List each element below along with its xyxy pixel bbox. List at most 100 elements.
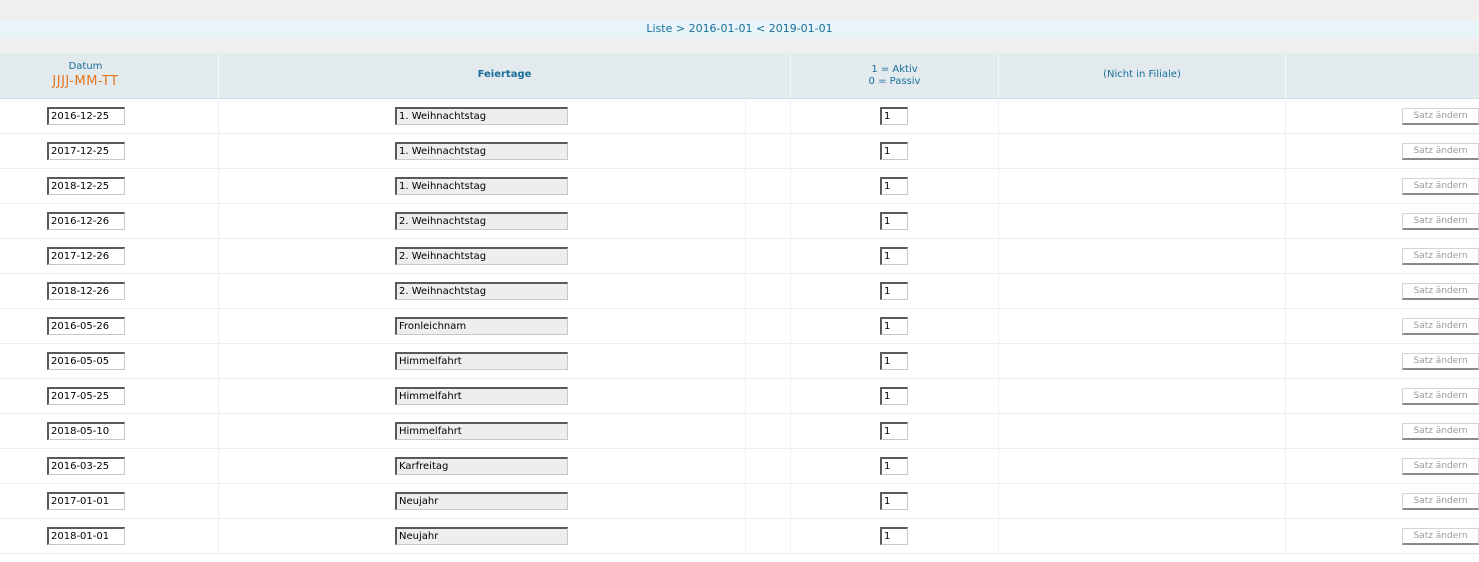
holiday-name-input[interactable]: Himmelfahrt (395, 352, 568, 370)
change-record-button[interactable]: Satz ändern (1402, 493, 1479, 510)
holiday-table-body: 2016-12-25 1. Weihnachtstag 1 Satz ändern 20… (0, 99, 1479, 554)
date-input[interactable]: 2017-01-01 (47, 492, 125, 510)
column-divider (998, 134, 999, 168)
holiday-name-input[interactable]: 2. Weihnachtstag (395, 247, 568, 265)
table-row: 2017-05-25 Himmelfahrt 1 Satz ändern (0, 379, 1479, 414)
date-input[interactable]: 2016-12-26 (47, 212, 125, 230)
breadcrumb-text: Liste > 2016-01-01 < 2019-01-01 (646, 22, 833, 35)
active-flag-input[interactable]: 1 (880, 352, 908, 370)
change-record-button[interactable]: Satz ändern (1402, 143, 1479, 160)
active-flag-input[interactable]: 1 (880, 492, 908, 510)
column-divider (1285, 204, 1286, 238)
column-divider (218, 379, 219, 413)
column-divider (1285, 99, 1286, 133)
table-row: 2018-01-01 Neujahr 1 Satz ändern (0, 519, 1479, 554)
holiday-name-input[interactable]: Karfreitag (395, 457, 568, 475)
column-divider (745, 484, 746, 518)
date-input[interactable]: 2017-12-26 (47, 247, 125, 265)
column-divider (1285, 134, 1286, 168)
date-input[interactable]: 2018-12-25 (47, 177, 125, 195)
column-divider (218, 274, 219, 308)
column-divider (998, 239, 999, 273)
holiday-name-input[interactable]: Himmelfahrt (395, 387, 568, 405)
active-flag-input[interactable]: 1 (880, 457, 908, 475)
holiday-name-input[interactable]: Neujahr (395, 527, 568, 545)
column-divider (745, 414, 746, 448)
active-flag-input[interactable]: 1 (880, 527, 908, 545)
holiday-name-input[interactable]: 1. Weihnachtstag (395, 142, 568, 160)
header-datum-format: JJJJ-MM-TT (52, 74, 119, 89)
date-input[interactable]: 2018-12-26 (47, 282, 125, 300)
column-divider (790, 519, 791, 553)
change-record-button[interactable]: Satz ändern (1402, 248, 1479, 265)
holiday-name-input[interactable]: Fronleichnam (395, 317, 568, 335)
holiday-name-input[interactable]: 1. Weihnachtstag (395, 107, 568, 125)
holiday-name-input[interactable]: 2. Weihnachtstag (395, 282, 568, 300)
column-divider (218, 99, 219, 133)
change-record-button[interactable]: Satz ändern (1402, 108, 1479, 125)
column-divider (1285, 379, 1286, 413)
column-divider (790, 134, 791, 168)
column-divider (998, 344, 999, 378)
active-flag-input[interactable]: 1 (880, 177, 908, 195)
column-divider (218, 344, 219, 378)
date-input[interactable]: 2018-05-10 (47, 422, 125, 440)
column-divider (998, 484, 999, 518)
column-divider (745, 239, 746, 273)
active-flag-input[interactable]: 1 (880, 282, 908, 300)
change-record-button[interactable]: Satz ändern (1402, 528, 1479, 545)
change-record-button[interactable]: Satz ändern (1402, 178, 1479, 195)
date-input[interactable]: 2016-05-26 (47, 317, 125, 335)
breadcrumb: Liste > 2016-01-01 < 2019-01-01 (0, 20, 1479, 38)
column-divider (745, 274, 746, 308)
column-divider (1285, 169, 1286, 203)
date-input[interactable]: 2016-03-25 (47, 457, 125, 475)
holiday-name-input[interactable]: 2. Weihnachtstag (395, 212, 568, 230)
holiday-name-input[interactable]: Himmelfahrt (395, 422, 568, 440)
change-record-button[interactable]: Satz ändern (1402, 283, 1479, 300)
active-flag-input[interactable]: 1 (880, 387, 908, 405)
column-divider (1285, 344, 1286, 378)
holiday-name-input[interactable]: Neujahr (395, 492, 568, 510)
header-feiertage-label: Feiertage (477, 69, 532, 80)
date-input[interactable]: 2016-12-25 (47, 107, 125, 125)
date-input[interactable]: 2017-12-25 (47, 142, 125, 160)
active-flag-input[interactable]: 1 (880, 247, 908, 265)
column-divider (998, 99, 999, 133)
column-divider (1285, 519, 1286, 553)
table-row: 2017-12-25 1. Weihnachtstag 1 Satz ändern (0, 134, 1479, 169)
top-spacer (0, 0, 1479, 20)
holiday-list-page: Liste > 2016-01-01 < 2019-01-01 Datum JJ… (0, 0, 1479, 562)
date-input[interactable]: 2017-05-25 (47, 387, 125, 405)
column-divider (745, 519, 746, 553)
table-row: 2016-12-25 1. Weihnachtstag 1 Satz ändern (0, 99, 1479, 134)
holiday-name-input[interactable]: 1. Weihnachtstag (395, 177, 568, 195)
active-flag-input[interactable]: 1 (880, 422, 908, 440)
active-flag-input[interactable]: 1 (880, 317, 908, 335)
table-row: 2018-05-10 Himmelfahrt 1 Satz ändern (0, 414, 1479, 449)
column-divider (790, 99, 791, 133)
change-record-button[interactable]: Satz ändern (1402, 458, 1479, 475)
column-divider (790, 344, 791, 378)
change-record-button[interactable]: Satz ändern (1402, 423, 1479, 440)
table-row: 2018-12-25 1. Weihnachtstag 1 Satz ändern (0, 169, 1479, 204)
header-datum-label: Datum (68, 61, 103, 72)
date-input[interactable]: 2016-05-05 (47, 352, 125, 370)
change-record-button[interactable]: Satz ändern (1402, 353, 1479, 370)
active-flag-input[interactable]: 1 (880, 107, 908, 125)
column-divider (218, 484, 219, 518)
table-row: 2016-12-26 2. Weihnachtstag 1 Satz ändern (0, 204, 1479, 239)
date-input[interactable]: 2018-01-01 (47, 527, 125, 545)
column-divider (998, 519, 999, 553)
column-divider (790, 414, 791, 448)
change-record-button[interactable]: Satz ändern (1402, 388, 1479, 405)
column-divider (998, 379, 999, 413)
column-divider (218, 239, 219, 273)
header-actions (1286, 53, 1479, 98)
column-divider (745, 169, 746, 203)
active-flag-input[interactable]: 1 (880, 142, 908, 160)
column-divider (790, 169, 791, 203)
change-record-button[interactable]: Satz ändern (1402, 213, 1479, 230)
active-flag-input[interactable]: 1 (880, 212, 908, 230)
change-record-button[interactable]: Satz ändern (1402, 318, 1479, 335)
